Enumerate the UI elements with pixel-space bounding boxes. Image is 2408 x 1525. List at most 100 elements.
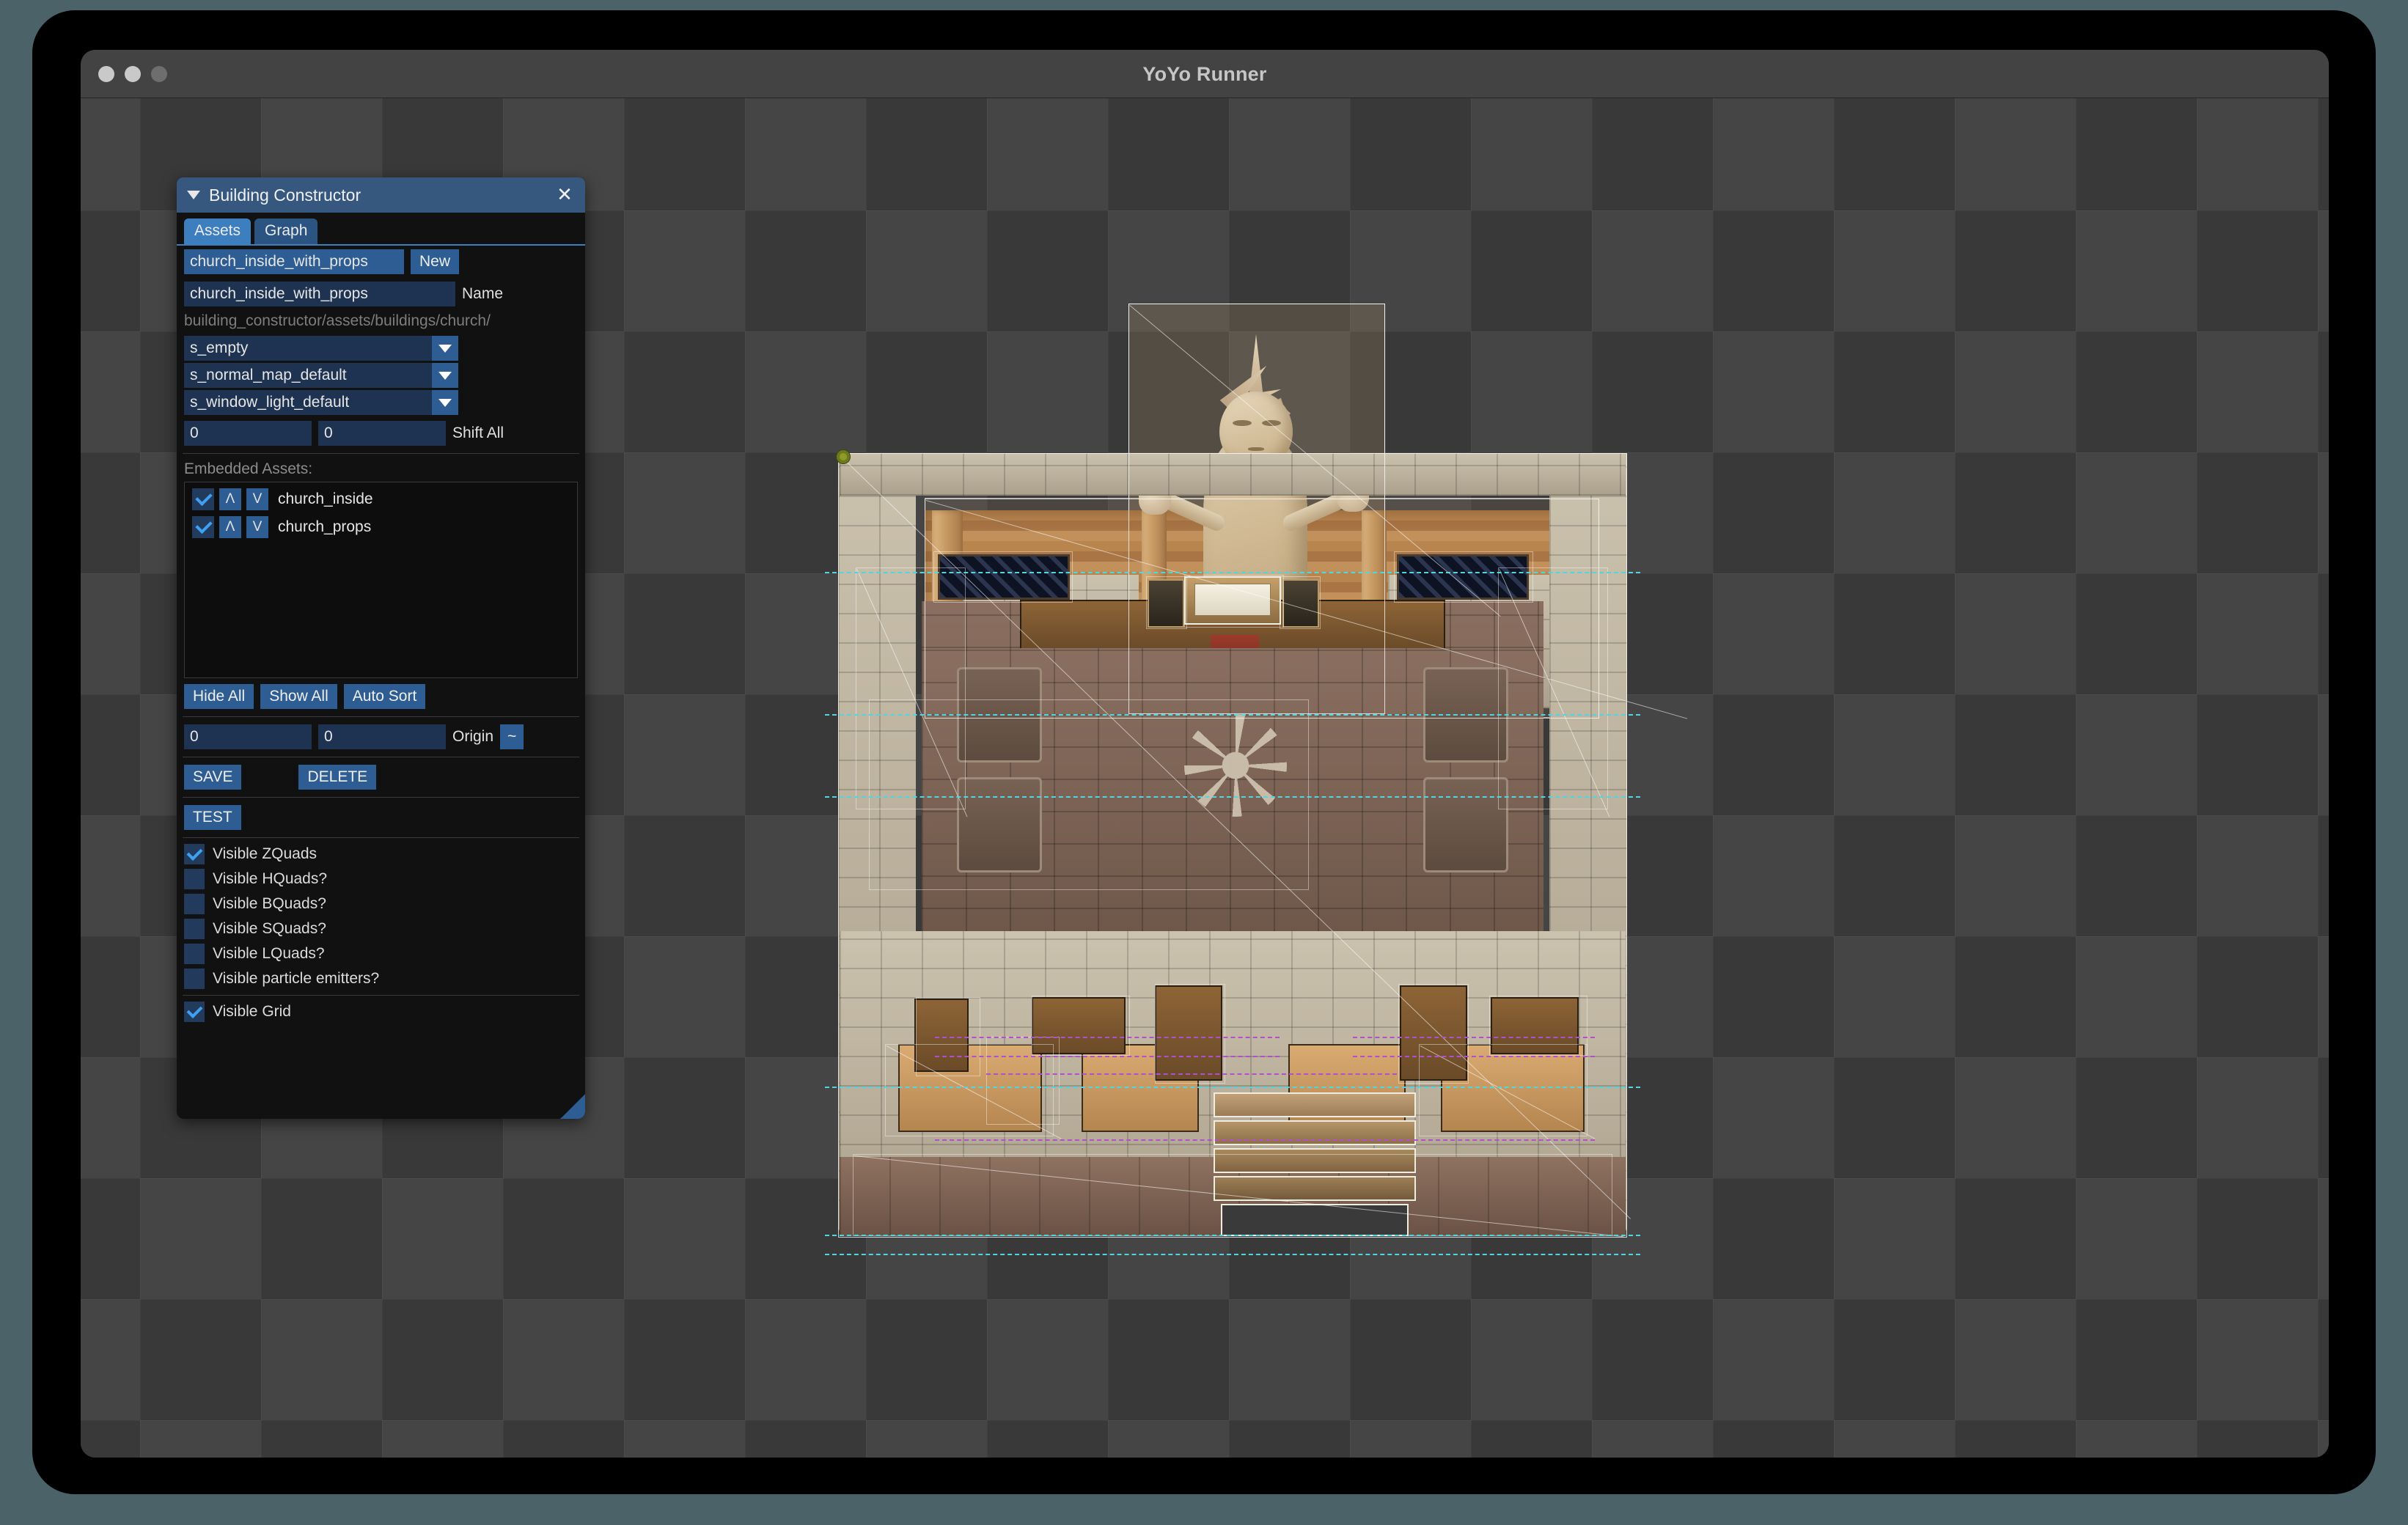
list-item[interactable]: Λ V church_props xyxy=(192,516,577,538)
building-constructor-panel[interactable]: Building Constructor ✕ Assets Graph chur… xyxy=(177,177,585,1119)
window-titlebar: YoYo Runner xyxy=(81,50,2329,98)
guide-magenta-3 xyxy=(986,1073,1397,1075)
delete-button[interactable]: DELETE xyxy=(298,765,377,790)
checkbox-hquads[interactable] xyxy=(184,869,205,889)
toggle-grid[interactable]: Visible Grid xyxy=(177,999,585,1024)
quad-outline-book[interactable] xyxy=(1184,575,1284,628)
toggle-lquads[interactable]: Visible LQuads? xyxy=(177,941,585,966)
checkbox-lquads[interactable] xyxy=(184,944,205,964)
quad-outline-lantern-l[interactable] xyxy=(1146,576,1187,629)
auto-sort-button[interactable]: Auto Sort xyxy=(343,684,426,709)
triangle-down-icon[interactable] xyxy=(187,191,200,199)
divider xyxy=(183,453,579,454)
embedded-visible-checkbox[interactable] xyxy=(192,516,214,538)
guide-magenta-1 xyxy=(935,1037,1280,1038)
quad-outline-grate-l[interactable] xyxy=(933,551,1073,603)
save-button[interactable]: SAVE xyxy=(184,765,242,790)
move-down-icon[interactable]: V xyxy=(246,488,268,510)
toggle-lquads-label: Visible LQuads? xyxy=(213,945,325,962)
guide-cyan-1 xyxy=(825,572,1640,573)
move-up-icon[interactable]: Λ xyxy=(219,516,241,538)
toggle-squads-label: Visible SQuads? xyxy=(213,920,326,937)
toggle-bquads-label: Visible BQuads? xyxy=(213,895,326,912)
sprite-dropdown[interactable]: s_empty xyxy=(184,336,458,361)
divider xyxy=(183,797,579,798)
asset-selector[interactable]: church_inside_with_props xyxy=(184,249,404,274)
shift-all-x-input[interactable]: 0 xyxy=(184,421,312,446)
quad-outline-grate-r[interactable] xyxy=(1394,551,1533,603)
application-window: YoYo Runner Building Constructor ✕ Asset… xyxy=(81,50,2329,1458)
origin-x-input[interactable]: 0 xyxy=(184,724,312,749)
checkbox-bquads[interactable] xyxy=(184,894,205,914)
show-all-button[interactable]: Show All xyxy=(260,684,337,709)
origin-row: 0 0 Origin ~ xyxy=(177,721,585,753)
toggle-grid-label: Visible Grid xyxy=(213,1003,291,1020)
shift-all-row: 0 0 Shift All xyxy=(177,417,585,449)
embedded-asset-name[interactable]: church_props xyxy=(278,518,371,536)
name-row: church_inside_with_props Name xyxy=(177,278,585,310)
toggle-squads[interactable]: Visible SQuads? xyxy=(177,916,585,941)
checkbox-particle-emitters[interactable] xyxy=(184,969,205,989)
move-down-icon[interactable]: V xyxy=(246,516,268,538)
origin-reset-button[interactable]: ~ xyxy=(500,724,524,749)
panel-body: Assets Graph church_inside_with_props Ne… xyxy=(177,213,585,1119)
normal-map-dropdown-value: s_normal_map_default xyxy=(184,363,432,388)
panel-resize-grip[interactable] xyxy=(560,1094,585,1119)
window-title: YoYo Runner xyxy=(1142,62,1267,85)
action-row: SAVE DELETE xyxy=(177,761,585,793)
normal-map-dropdown[interactable]: s_normal_map_default xyxy=(184,363,458,388)
guide-cyan-5 xyxy=(825,1235,1640,1236)
guide-magenta-2 xyxy=(935,1056,1280,1057)
list-actions-row: Hide All Show All Auto Sort xyxy=(177,678,585,713)
name-label: Name xyxy=(462,285,504,302)
origin-label: Origin xyxy=(452,728,494,745)
origin-y-input[interactable]: 0 xyxy=(318,724,446,749)
asset-selector-row: church_inside_with_props New xyxy=(177,246,585,278)
name-input[interactable]: church_inside_with_props xyxy=(184,282,455,306)
list-item[interactable]: Λ V church_inside xyxy=(192,488,577,510)
embedded-assets-list[interactable]: Λ V church_inside Λ V church_props xyxy=(184,482,578,678)
guide-magenta-6 xyxy=(935,1139,1595,1141)
chevron-down-icon[interactable] xyxy=(432,390,458,415)
tab-assets[interactable]: Assets xyxy=(184,218,252,244)
panel-header[interactable]: Building Constructor ✕ xyxy=(177,177,585,213)
checkbox-zquads[interactable] xyxy=(184,844,205,864)
origin-handle[interactable] xyxy=(837,450,850,463)
test-button[interactable]: TEST xyxy=(184,805,241,830)
shift-all-y-input[interactable]: 0 xyxy=(318,421,446,446)
window-light-dropdown[interactable]: s_window_light_default xyxy=(184,390,458,415)
toggle-hquads-label: Visible HQuads? xyxy=(213,870,328,887)
test-row: TEST xyxy=(177,801,585,834)
asset-path: building_constructor/assets/buildings/ch… xyxy=(184,312,491,329)
tab-graph[interactable]: Graph xyxy=(254,218,318,244)
toggle-bquads[interactable]: Visible BQuads? xyxy=(177,892,585,916)
guide-cyan-6 xyxy=(825,1254,1640,1255)
embedded-asset-name[interactable]: church_inside xyxy=(278,490,373,508)
guide-cyan-3 xyxy=(825,796,1640,798)
panel-tabs: Assets Graph xyxy=(177,213,585,244)
quad-outline-pew-d[interactable] xyxy=(1155,984,1225,1084)
toggle-particle-emitters[interactable]: Visible particle emitters? xyxy=(177,966,585,991)
toggle-hquads[interactable]: Visible HQuads? xyxy=(177,867,585,892)
guide-cyan-2 xyxy=(825,714,1640,716)
toggle-particle-emitters-label: Visible particle emitters? xyxy=(213,970,380,987)
toggle-zquads[interactable]: Visible ZQuads xyxy=(177,842,585,867)
chevron-down-icon[interactable] xyxy=(432,336,458,361)
move-up-icon[interactable]: Λ xyxy=(219,488,241,510)
close-icon[interactable]: ✕ xyxy=(554,184,575,205)
divider xyxy=(183,716,579,717)
new-button[interactable]: New xyxy=(411,249,460,274)
checkbox-squads[interactable] xyxy=(184,919,205,939)
church-scene[interactable] xyxy=(825,304,1719,1447)
hide-all-button[interactable]: Hide All xyxy=(184,684,254,709)
chevron-down-icon[interactable] xyxy=(432,363,458,388)
quad-outline-floor-a[interactable] xyxy=(869,699,1309,890)
panel-title: Building Constructor xyxy=(209,185,361,205)
divider xyxy=(183,995,579,996)
embedded-visible-checkbox[interactable] xyxy=(192,488,214,510)
divider xyxy=(183,837,579,838)
checkbox-grid[interactable] xyxy=(184,1002,205,1022)
guide-magenta-5 xyxy=(1353,1056,1595,1057)
toggle-zquads-label: Visible ZQuads xyxy=(213,845,317,862)
guide-magenta-4 xyxy=(1353,1037,1595,1038)
